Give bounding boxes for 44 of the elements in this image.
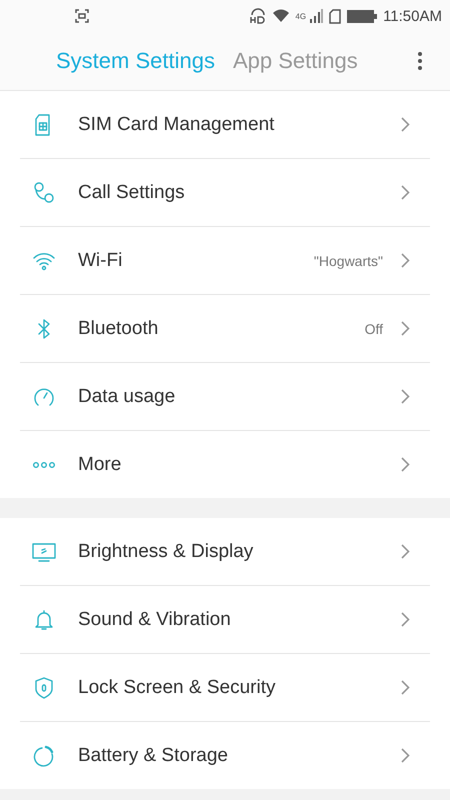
- settings-item[interactable]: Battery & Storage: [20, 722, 430, 789]
- item-label: Battery & Storage: [78, 744, 228, 766]
- chevron-icon: [401, 185, 410, 200]
- dots-icon: [32, 460, 56, 468]
- item-value: Off: [364, 320, 383, 336]
- chevron-icon: [401, 612, 410, 627]
- item-label: Bluetooth: [78, 318, 158, 340]
- chevron-icon: [401, 544, 410, 559]
- chevron-icon: [401, 321, 410, 336]
- settings-item[interactable]: More: [20, 431, 430, 498]
- chevron-icon: [401, 117, 410, 132]
- item-label: Call Settings: [78, 182, 185, 204]
- chevron-icon: [401, 748, 410, 763]
- battery-icon: [347, 10, 378, 22]
- settings-item[interactable]: Bluetooth Off: [20, 295, 430, 363]
- ring-icon: [32, 744, 56, 768]
- sim-icon: [329, 8, 342, 24]
- phone-icon: [32, 180, 56, 204]
- clock: 11:50AM: [383, 8, 442, 24]
- item-label: Sound & Vibration: [78, 608, 231, 630]
- settings-item[interactable]: Call Settings: [20, 159, 430, 227]
- settings-item[interactable]: Data usage: [20, 363, 430, 431]
- settings-item[interactable]: SIM Card Management: [20, 91, 430, 159]
- item-label: SIM Card Management: [78, 114, 274, 136]
- chevron-icon: [401, 253, 410, 268]
- item-value: "Hogwarts": [314, 252, 383, 268]
- menu-icon[interactable]: [418, 52, 422, 70]
- wifi-signal-icon: [273, 9, 290, 23]
- chevron-icon: [401, 457, 410, 472]
- screenshot-icon: [75, 9, 89, 23]
- settings-item[interactable]: Lock Screen & Security: [20, 654, 430, 722]
- network-type: 4G: [295, 12, 306, 20]
- item-label: More: [78, 454, 122, 476]
- item-label: Brightness & Display: [78, 540, 254, 562]
- item-label: Lock Screen & Security: [78, 676, 276, 698]
- chevron-icon: [401, 680, 410, 695]
- settings-item[interactable]: Sound & Vibration: [20, 586, 430, 654]
- item-label: Wi-Fi: [78, 250, 122, 272]
- settings-item[interactable]: Wi-Fi "Hogwarts": [20, 227, 430, 295]
- signal-icon: [309, 9, 324, 23]
- settings-item[interactable]: Brightness & Display: [20, 518, 430, 586]
- item-label: Data usage: [78, 386, 176, 408]
- chevron-icon: [401, 389, 410, 404]
- hd-call-icon: [249, 8, 268, 24]
